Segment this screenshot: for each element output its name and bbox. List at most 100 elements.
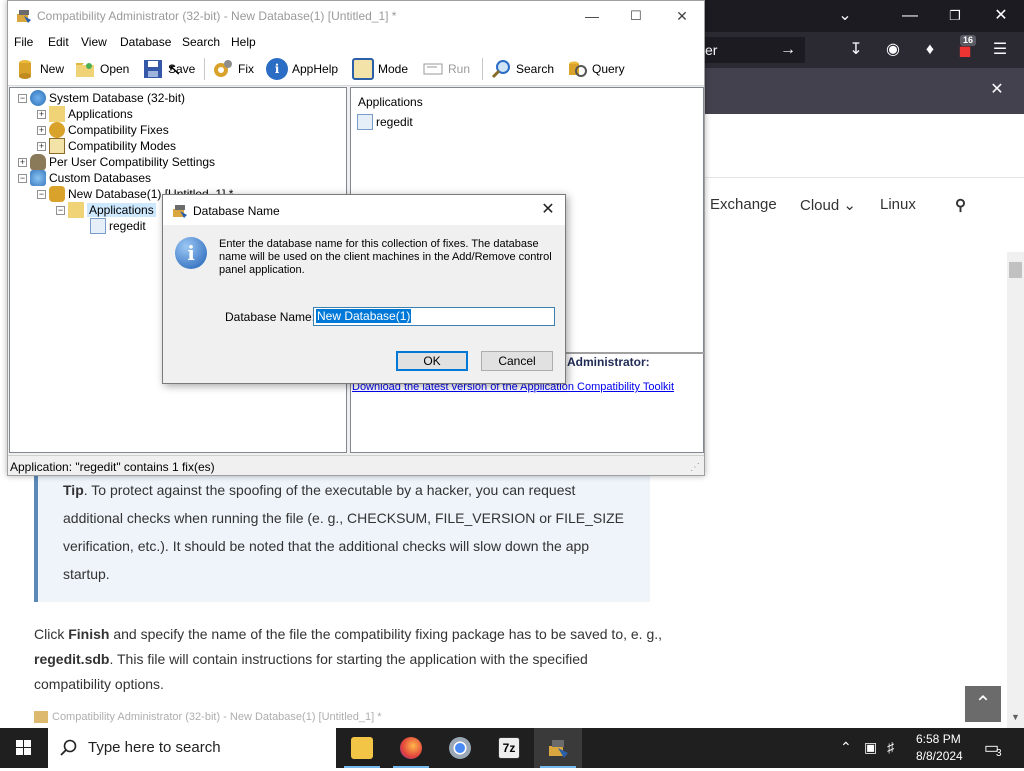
dialog-title: Database Name bbox=[193, 204, 280, 218]
clock-time[interactable]: 6:58 PM bbox=[916, 732, 961, 746]
app-titlebar: Compatibility Administrator (32-bit) - N… bbox=[8, 1, 704, 32]
status-text: Application: "regedit" contains 1 fix(es… bbox=[10, 460, 215, 474]
collapse-icon[interactable]: − bbox=[18, 173, 27, 183]
run-label: Run bbox=[448, 62, 471, 76]
app-maximize-icon[interactable]: ☐ bbox=[616, 5, 656, 27]
taskbar-firefox[interactable] bbox=[387, 728, 435, 768]
clock-date[interactable]: 8/8/2024 bbox=[916, 749, 963, 763]
entry-regedit[interactable]: regedit bbox=[357, 114, 413, 130]
figure-caption: Compatibility Administrator (32-bit) - N… bbox=[34, 711, 534, 724]
toolbar-separator bbox=[482, 58, 483, 80]
menu-edit[interactable]: Edit bbox=[48, 35, 69, 49]
tree-compatibility-modes[interactable]: + Compatibility Modes bbox=[37, 138, 176, 154]
mode-button[interactable]: Mode bbox=[352, 56, 408, 82]
go-arrow-icon[interactable]: → bbox=[778, 40, 798, 60]
notification-bar: ✕ bbox=[705, 68, 1024, 114]
page-scrollbar-thumb[interactable] bbox=[1009, 262, 1022, 278]
site-search-icon[interactable]: ⚲ bbox=[955, 196, 966, 214]
start-button[interactable] bbox=[0, 728, 48, 768]
caption-text: Compatibility Administrator (32-bit) - N… bbox=[52, 711, 382, 723]
page-scrollbar[interactable] bbox=[1007, 252, 1024, 728]
resize-grip-icon[interactable]: ⋰ bbox=[690, 462, 700, 473]
new-database-icon bbox=[14, 58, 36, 80]
network-icon[interactable]: ▣ bbox=[864, 739, 877, 756]
search-label: Search bbox=[516, 62, 555, 76]
scroll-down-icon[interactable]: ▼ bbox=[1009, 712, 1022, 724]
fix-label: Fix bbox=[238, 62, 254, 76]
back-to-top-button[interactable]: ⌃ bbox=[965, 686, 1001, 722]
save-disk-icon bbox=[142, 58, 164, 80]
browser-minimize-icon[interactable]: — bbox=[900, 6, 920, 26]
tree-system-applications[interactable]: + Applications bbox=[37, 106, 133, 122]
dialog-app-icon bbox=[172, 203, 188, 219]
open-button[interactable]: Open bbox=[74, 56, 129, 82]
cancel-button[interactable]: Cancel bbox=[481, 351, 553, 371]
query-icon bbox=[566, 58, 588, 80]
tree-per-user-settings[interactable]: + Per User Compatibility Settings bbox=[18, 154, 215, 170]
nav-exchange[interactable]: Exchange bbox=[710, 196, 777, 213]
dialog-close-icon[interactable]: ✕ bbox=[535, 199, 561, 221]
run-button[interactable]: Run bbox=[422, 56, 470, 82]
tree-label: Applications bbox=[68, 107, 133, 121]
new-button[interactable]: New bbox=[14, 56, 64, 82]
tab-list-chevron-icon[interactable]: ⌄ bbox=[835, 6, 855, 26]
tree-regedit[interactable]: regedit bbox=[90, 218, 146, 234]
status-bar: Application: "regedit" contains 1 fix(es… bbox=[8, 455, 704, 475]
menu-view[interactable]: View bbox=[81, 35, 107, 49]
query-label: Query bbox=[592, 62, 625, 76]
tree-custom-databases[interactable]: − Custom Databases bbox=[18, 170, 151, 186]
app-minimize-icon[interactable]: — bbox=[572, 5, 612, 27]
browser-close-icon[interactable]: ✕ bbox=[991, 6, 1011, 26]
compat-admin-icon bbox=[547, 737, 569, 759]
volume-muted-icon[interactable]: ♯ bbox=[887, 739, 894, 755]
taskbar-file-explorer[interactable] bbox=[338, 728, 386, 768]
app-close-icon[interactable]: ✕ bbox=[662, 5, 702, 27]
taskbar-compat-admin[interactable] bbox=[534, 728, 582, 768]
taskbar-7zip[interactable]: 7z bbox=[485, 728, 533, 768]
notification-close-icon[interactable]: ✕ bbox=[987, 80, 1007, 100]
tip-box: Tip. To protect against the spoofing of … bbox=[34, 476, 650, 602]
search-button[interactable]: Search bbox=[490, 56, 554, 82]
nav-cloud[interactable]: Cloud ⌄ bbox=[800, 196, 856, 214]
menu-help[interactable]: Help bbox=[231, 35, 256, 49]
database-name-value: New Database(1) bbox=[316, 309, 412, 323]
database-name-input[interactable]: New Database(1) bbox=[313, 307, 555, 326]
collapse-icon[interactable]: − bbox=[56, 205, 65, 215]
collapse-icon[interactable]: − bbox=[37, 189, 46, 199]
apphelp-button[interactable]: i AppHelp bbox=[266, 56, 338, 82]
ok-button[interactable]: OK bbox=[396, 351, 468, 371]
expand-icon[interactable]: + bbox=[37, 125, 46, 135]
expand-icon[interactable]: + bbox=[37, 109, 46, 119]
taskbar-search-placeholder: Type here to search bbox=[88, 739, 221, 756]
extensions-icon[interactable]: ♦ bbox=[920, 40, 940, 60]
query-button[interactable]: Query bbox=[566, 56, 625, 82]
gear-icon bbox=[49, 122, 65, 138]
hamburger-menu-icon[interactable]: ☰ bbox=[990, 40, 1010, 60]
menu-database[interactable]: Database bbox=[120, 35, 171, 49]
collapse-icon[interactable]: − bbox=[18, 93, 27, 103]
menu-search[interactable]: Search bbox=[182, 35, 220, 49]
show-hidden-icons-icon[interactable]: ⌃ bbox=[840, 739, 852, 756]
expand-icon[interactable]: + bbox=[37, 141, 46, 151]
p1-text-end: . This file will contain instructions fo… bbox=[34, 651, 588, 692]
taskbar-chrome[interactable] bbox=[436, 728, 484, 768]
menu-file[interactable]: File bbox=[14, 35, 33, 49]
downloads-icon[interactable]: ↧ bbox=[846, 40, 866, 60]
tree-label: Custom Databases bbox=[49, 171, 152, 185]
browser-restore-icon[interactable]: ❐ bbox=[945, 6, 965, 26]
application-icon bbox=[357, 114, 373, 130]
expand-icon[interactable]: + bbox=[18, 157, 27, 167]
firefox-icon bbox=[400, 737, 422, 759]
fix-button[interactable]: Fix bbox=[212, 56, 254, 82]
account-icon[interactable]: ◉ bbox=[883, 40, 903, 60]
p1-text: Click bbox=[34, 626, 69, 642]
nav-linux[interactable]: Linux bbox=[880, 196, 916, 213]
p1-text-mid: and specify the name of the file the com… bbox=[109, 626, 663, 642]
tree-custom-applications[interactable]: − Applications bbox=[56, 202, 156, 218]
mode-icon bbox=[352, 58, 374, 80]
tree-compatibility-fixes[interactable]: + Compatibility Fixes bbox=[37, 122, 169, 138]
tree-system-database[interactable]: − System Database (32-bit) bbox=[18, 90, 185, 106]
tip-body: . To protect against the spoofing of the… bbox=[63, 482, 625, 582]
dialog-message: Enter the database name for this collect… bbox=[219, 238, 552, 276]
taskbar-search-box[interactable]: Type here to search bbox=[48, 728, 336, 768]
